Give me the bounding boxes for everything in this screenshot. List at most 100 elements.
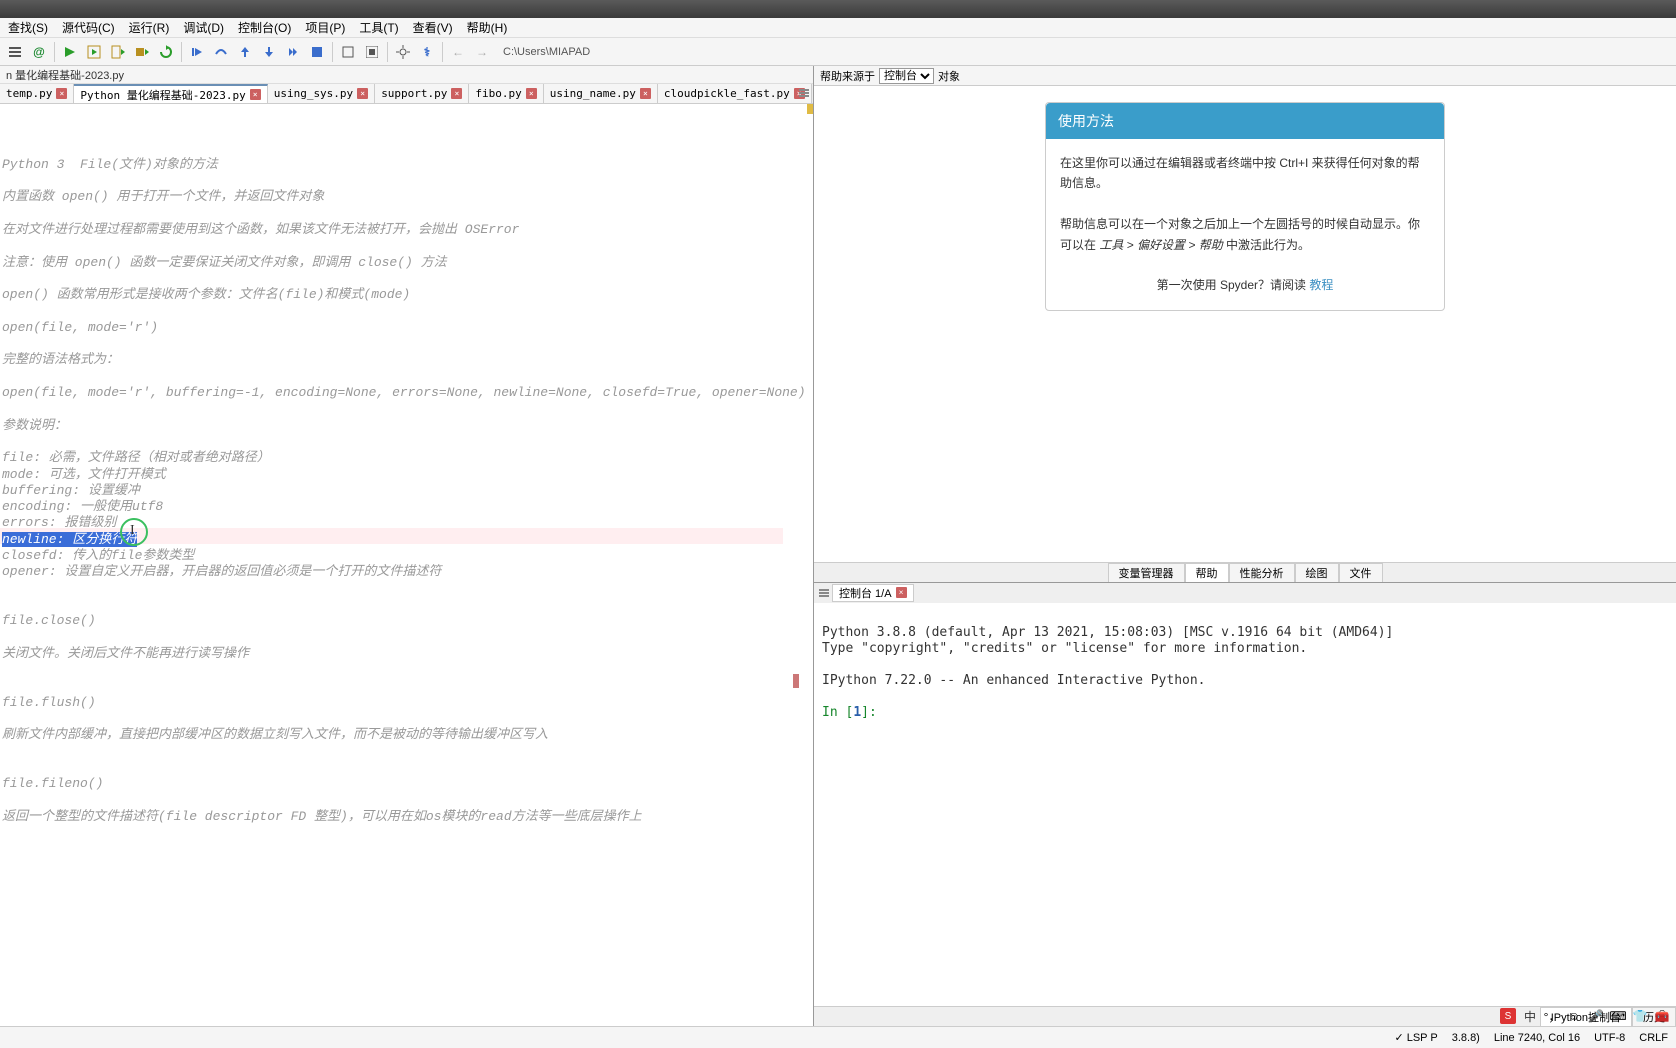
- debug-step-out-icon[interactable]: [258, 41, 280, 63]
- debug-step-in-icon[interactable]: [234, 41, 256, 63]
- fullscreen-icon[interactable]: [361, 41, 383, 63]
- editor-scrollbar[interactable]: [793, 104, 813, 1026]
- close-icon[interactable]: ×: [56, 88, 67, 99]
- tab-options-icon[interactable]: [797, 86, 811, 103]
- code-line: opener: 设置自定义开启器，开启器的返回值必须是一个打开的文件描述符: [2, 564, 813, 580]
- menu-run[interactable]: 运行(R): [125, 19, 174, 36]
- code-line: [2, 206, 813, 222]
- tab-files[interactable]: 文件: [1339, 563, 1383, 582]
- ime-skin-icon[interactable]: 👕: [1632, 1008, 1648, 1024]
- code-line: [2, 581, 813, 597]
- menu-help[interactable]: 帮助(H): [463, 19, 512, 36]
- python-path-icon[interactable]: ⚕: [416, 41, 438, 63]
- code-editor[interactable]: Python 3 File(文件)对象的方法 内置函数 open() 用于打开一…: [0, 104, 813, 1026]
- tab-support[interactable]: support.py×: [375, 84, 469, 103]
- code-line: 在对文件进行处理过程都需要使用到这个函数，如果该文件无法被打开，会抛出 OSEr…: [2, 222, 813, 238]
- code-line: 完整的语法格式为：: [2, 352, 813, 368]
- system-tray: S 中 °， ☺ 🎤 ⌨ 👕 🧰: [1500, 1008, 1670, 1024]
- at-icon[interactable]: @: [28, 41, 50, 63]
- code-line: file: 必需，文件路径（相对或者绝对路径）: [2, 450, 813, 466]
- ipython-console[interactable]: Python 3.8.8 (default, Apr 13 2021, 15:0…: [814, 603, 1676, 1007]
- debug-stop-icon[interactable]: [306, 41, 328, 63]
- code-line: [2, 336, 813, 352]
- close-icon[interactable]: ×: [640, 88, 651, 99]
- help-panel: 使用方法 在这里你可以通过在编辑器或者终端中按 Ctrl+I 来获得任何对象的帮…: [814, 86, 1676, 562]
- maximize-icon[interactable]: [337, 41, 359, 63]
- code-line: [2, 678, 813, 694]
- menu-tools[interactable]: 工具(T): [355, 19, 402, 36]
- close-icon[interactable]: ×: [451, 88, 462, 99]
- working-dir-path: C:\Users\MIAPAD: [503, 46, 590, 58]
- help-card-title: 使用方法: [1046, 103, 1444, 139]
- editor-tabs: temp.py× Python 量化编程基础-2023.py× using_sy…: [0, 84, 813, 104]
- back-icon[interactable]: ←: [447, 41, 469, 63]
- editor-pane: n 量化编程基础-2023.py temp.py× Python 量化编程基础-…: [0, 66, 814, 1026]
- tab-profiler[interactable]: 性能分析: [1229, 563, 1295, 582]
- menu-project[interactable]: 项目(P): [301, 19, 349, 36]
- console-banner-2: Type "copyright", "credits" or "license"…: [822, 641, 1307, 656]
- outline-icon[interactable]: [4, 41, 26, 63]
- ime-keyboard-icon[interactable]: ⌨: [1610, 1008, 1626, 1024]
- help-source-select[interactable]: 控制台: [879, 68, 934, 84]
- help-source-bar: 帮助来源于 控制台 对象: [814, 66, 1676, 86]
- code-line: 参数说明：: [2, 418, 813, 434]
- debug-step-start-icon[interactable]: [186, 41, 208, 63]
- tab-temp[interactable]: temp.py×: [0, 84, 74, 103]
- tutorial-link[interactable]: 教程: [1309, 278, 1333, 292]
- tab-using-name[interactable]: using_name.py×: [544, 84, 658, 103]
- ime-lang-icon[interactable]: 中: [1522, 1008, 1538, 1024]
- close-icon[interactable]: ×: [896, 587, 907, 598]
- close-icon[interactable]: ×: [526, 88, 537, 99]
- console-tabs: 控制台 1/A ×: [814, 583, 1676, 603]
- code-line: file.flush(): [2, 695, 813, 711]
- help-text-3: 第一次使用 Spyder？请阅读 教程: [1060, 275, 1430, 295]
- ime-icon[interactable]: S: [1500, 1008, 1516, 1024]
- console-tab-1a[interactable]: 控制台 1/A ×: [832, 584, 914, 602]
- debug-continue-icon[interactable]: [282, 41, 304, 63]
- tab-help[interactable]: 帮助: [1185, 563, 1229, 582]
- ime-toolbox-icon[interactable]: 🧰: [1654, 1008, 1670, 1024]
- help-source-label: 帮助来源于: [820, 68, 875, 84]
- code-line: [2, 630, 813, 646]
- code-line: buffering: 设置缓冲: [2, 483, 813, 499]
- tab-using-sys[interactable]: using_sys.py×: [268, 84, 375, 103]
- run-cell-icon[interactable]: [83, 41, 105, 63]
- run-icon[interactable]: [59, 41, 81, 63]
- menu-console[interactable]: 控制台(O): [234, 19, 295, 36]
- ime-punct-icon[interactable]: °，: [1544, 1008, 1560, 1024]
- rerun-icon[interactable]: [155, 41, 177, 63]
- console-banner-3: IPython 7.22.0 -- An enhanced Interactiv…: [822, 673, 1206, 688]
- status-lsp: ✓ LSP P: [1394, 1031, 1437, 1044]
- run-selection-icon[interactable]: [131, 41, 153, 63]
- code-line: [2, 792, 813, 808]
- tab-fibo[interactable]: fibo.py×: [469, 84, 543, 103]
- code-line: [2, 711, 813, 727]
- menu-debug[interactable]: 调试(D): [179, 19, 228, 36]
- code-line: mode: 可选，文件打开模式: [2, 467, 813, 483]
- forward-icon[interactable]: →: [471, 41, 493, 63]
- run-cell-advance-icon[interactable]: [107, 41, 129, 63]
- code-line: [2, 662, 813, 678]
- menu-view[interactable]: 查看(V): [409, 19, 457, 36]
- right-pane-tabs: 变量管理器 帮助 性能分析 绘图 文件: [814, 562, 1676, 582]
- status-position: Line 7240, Col 16: [1494, 1032, 1580, 1044]
- console-options-icon[interactable]: [816, 585, 832, 601]
- ime-mic-icon[interactable]: 🎤: [1588, 1008, 1604, 1024]
- ime-emoji-icon[interactable]: ☺: [1566, 1008, 1582, 1024]
- tab-var-explorer[interactable]: 变量管理器: [1108, 563, 1185, 582]
- code-line: file.close(): [2, 613, 813, 629]
- tab-cloudpickle[interactable]: cloudpickle_fast.py×: [658, 84, 812, 103]
- tab-quant-2023[interactable]: Python 量化编程基础-2023.py×: [74, 84, 267, 103]
- code-line: [2, 597, 813, 613]
- tab-plots[interactable]: 绘图: [1295, 563, 1339, 582]
- debug-step-over-icon[interactable]: [210, 41, 232, 63]
- close-icon[interactable]: ×: [250, 89, 261, 100]
- menu-source[interactable]: 源代码(C): [58, 19, 119, 36]
- code-line: open() 函数常用形式是接收两个参数：文件名(file)和模式(mode): [2, 287, 813, 303]
- prefs-icon[interactable]: [392, 41, 414, 63]
- window-titlebar: [0, 0, 1676, 18]
- toolbar: @ ⚕ ← → C:\Users\MIAPAD: [0, 38, 1676, 66]
- code-line: 关闭文件。关闭后文件不能再进行读写操作: [2, 646, 813, 662]
- menu-search[interactable]: 查找(S): [4, 19, 52, 36]
- close-icon[interactable]: ×: [357, 88, 368, 99]
